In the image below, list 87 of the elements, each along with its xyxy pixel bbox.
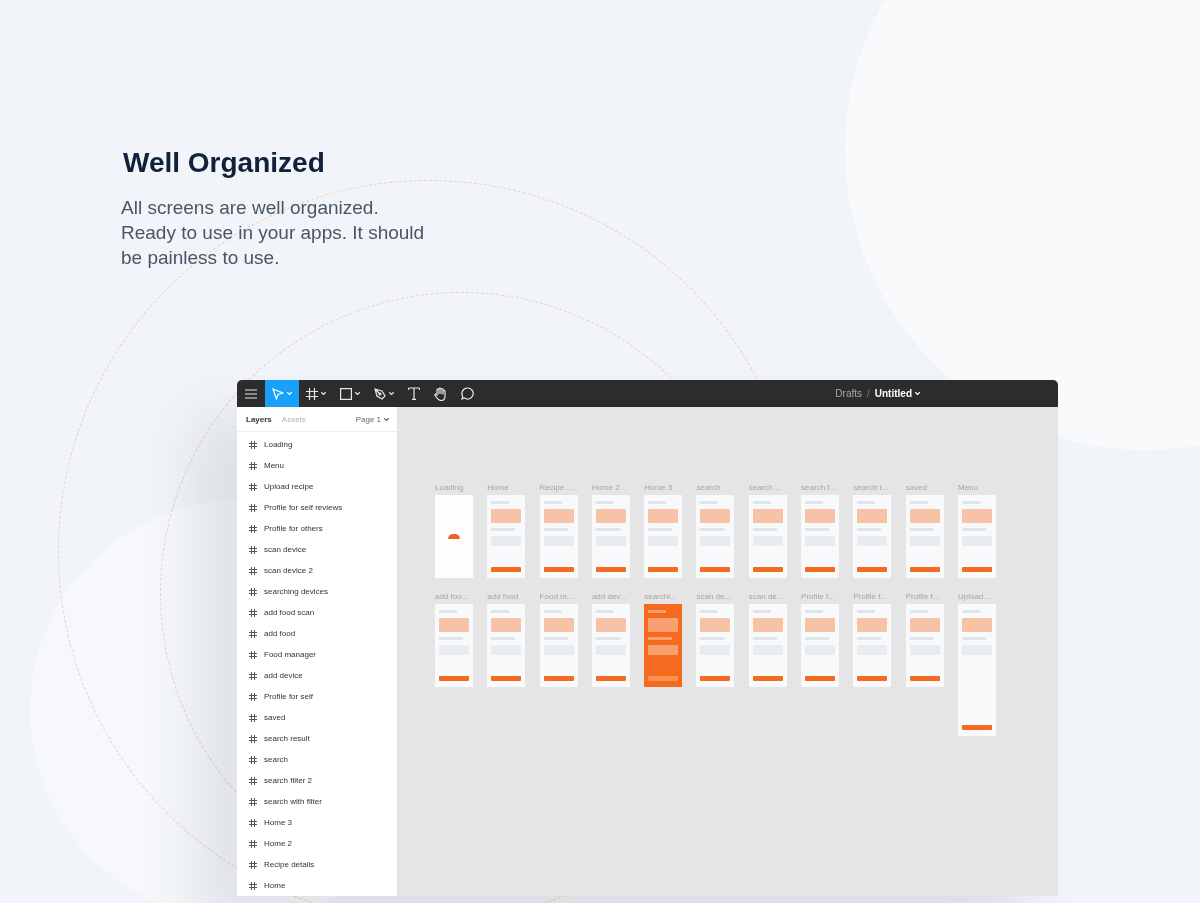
frame-icon xyxy=(249,608,257,617)
caret-icon xyxy=(389,392,394,395)
frame-icon xyxy=(249,755,257,764)
layer-item[interactable]: search filter 2 xyxy=(237,770,397,791)
screen-thumbnail[interactable] xyxy=(487,495,526,578)
caret-icon xyxy=(384,417,389,421)
layer-item[interactable]: add food scan xyxy=(237,602,397,623)
layer-item[interactable]: Upload recipe xyxy=(237,476,397,497)
layer-item[interactable]: scan device 2 xyxy=(237,560,397,581)
frame-icon xyxy=(249,629,257,638)
frame-icon xyxy=(249,776,257,785)
page-selector[interactable]: Page 1 xyxy=(355,414,389,424)
frame-icon xyxy=(249,818,257,827)
screen-thumbnail[interactable] xyxy=(435,495,473,578)
screen-thumbnail[interactable] xyxy=(957,495,996,578)
screen-thumbnail[interactable] xyxy=(696,604,735,687)
text-icon xyxy=(408,387,420,400)
comment-icon xyxy=(461,387,474,400)
folder-link[interactable]: Drafts xyxy=(835,388,862,399)
layer-item[interactable]: scan device xyxy=(237,539,397,560)
layer-item[interactable]: Menu xyxy=(237,455,397,476)
frame-icon xyxy=(249,440,257,449)
frame-icon xyxy=(249,587,257,596)
screen-thumbnail[interactable] xyxy=(487,604,526,687)
layer-item[interactable]: Food manager xyxy=(237,644,397,665)
hand-icon xyxy=(434,386,447,401)
frame-icon xyxy=(249,482,257,491)
screen-thumbnail[interactable] xyxy=(748,604,787,687)
screen-thumbnail[interactable] xyxy=(435,604,473,687)
frame-icon xyxy=(249,881,257,890)
frame-icon xyxy=(249,566,257,575)
screen-thumbnail[interactable] xyxy=(905,495,944,578)
frame-icon xyxy=(249,503,257,512)
file-name-button[interactable]: Untitled xyxy=(874,388,920,399)
screen-thumbnail[interactable] xyxy=(853,495,892,578)
layer-item[interactable]: search xyxy=(237,749,397,770)
frame-icon xyxy=(249,734,257,743)
frame-icon xyxy=(249,461,257,470)
layer-item[interactable]: add device xyxy=(237,665,397,686)
layer-item[interactable]: saved xyxy=(237,707,397,728)
frame-icon xyxy=(249,524,257,533)
layer-item[interactable]: search with filter xyxy=(237,791,397,812)
screen-thumbnail[interactable] xyxy=(539,604,578,687)
screen-thumbnail[interactable] xyxy=(539,495,578,578)
caret-icon xyxy=(287,392,292,395)
layer-item[interactable]: search result xyxy=(237,728,397,749)
breadcrumb-separator: / xyxy=(867,388,870,399)
screen-thumbnail[interactable] xyxy=(644,495,683,578)
screen-thumbnail[interactable] xyxy=(748,495,787,578)
screen-thumbnail[interactable] xyxy=(696,495,735,578)
section-heading: Well Organized xyxy=(123,146,326,180)
frame-icon xyxy=(249,839,257,848)
frame-icon xyxy=(249,671,257,680)
frame-icon xyxy=(306,387,318,400)
screen-thumbnail[interactable] xyxy=(644,604,683,687)
screen-thumbnail[interactable] xyxy=(591,495,630,578)
layer-item[interactable]: Home xyxy=(237,875,397,896)
pen-icon xyxy=(374,387,386,400)
menu-icon xyxy=(245,388,257,399)
layer-item[interactable]: Recipe details xyxy=(237,854,397,875)
frame-icon xyxy=(249,692,257,701)
layer-item[interactable]: Profile for self xyxy=(237,686,397,707)
panel-tab[interactable]: Layers xyxy=(241,414,277,424)
caret-icon xyxy=(321,392,326,395)
frame-icon xyxy=(249,713,257,722)
description-text: All screens are well organized. Ready to use in your apps. It should be painless to use. xyxy=(121,196,426,270)
frame-icon xyxy=(249,797,257,806)
layer-item[interactable]: add food xyxy=(237,623,397,644)
layer-item[interactable]: Home 2 xyxy=(237,833,397,854)
frame-icon xyxy=(249,545,257,554)
layer-item[interactable]: Profile for self reviews xyxy=(237,497,397,518)
layer-item[interactable]: Loading xyxy=(237,434,397,455)
pointer-icon xyxy=(272,387,284,400)
caret-icon xyxy=(915,392,920,395)
frame-icon xyxy=(249,650,257,659)
screen-thumbnail[interactable] xyxy=(801,604,840,687)
layer-item[interactable]: searching devices xyxy=(237,581,397,602)
caret-icon xyxy=(355,392,360,395)
screen-thumbnail[interactable] xyxy=(957,604,996,736)
screen-thumbnail[interactable] xyxy=(905,604,944,687)
layer-item[interactable]: Profile for others xyxy=(237,518,397,539)
screen-thumbnail[interactable] xyxy=(853,604,892,687)
layer-item[interactable]: Home 3 xyxy=(237,812,397,833)
frame-icon xyxy=(249,860,257,869)
screen-thumbnail[interactable] xyxy=(801,495,840,578)
screen-thumbnail[interactable] xyxy=(591,604,630,687)
rectangle-icon xyxy=(340,387,352,400)
